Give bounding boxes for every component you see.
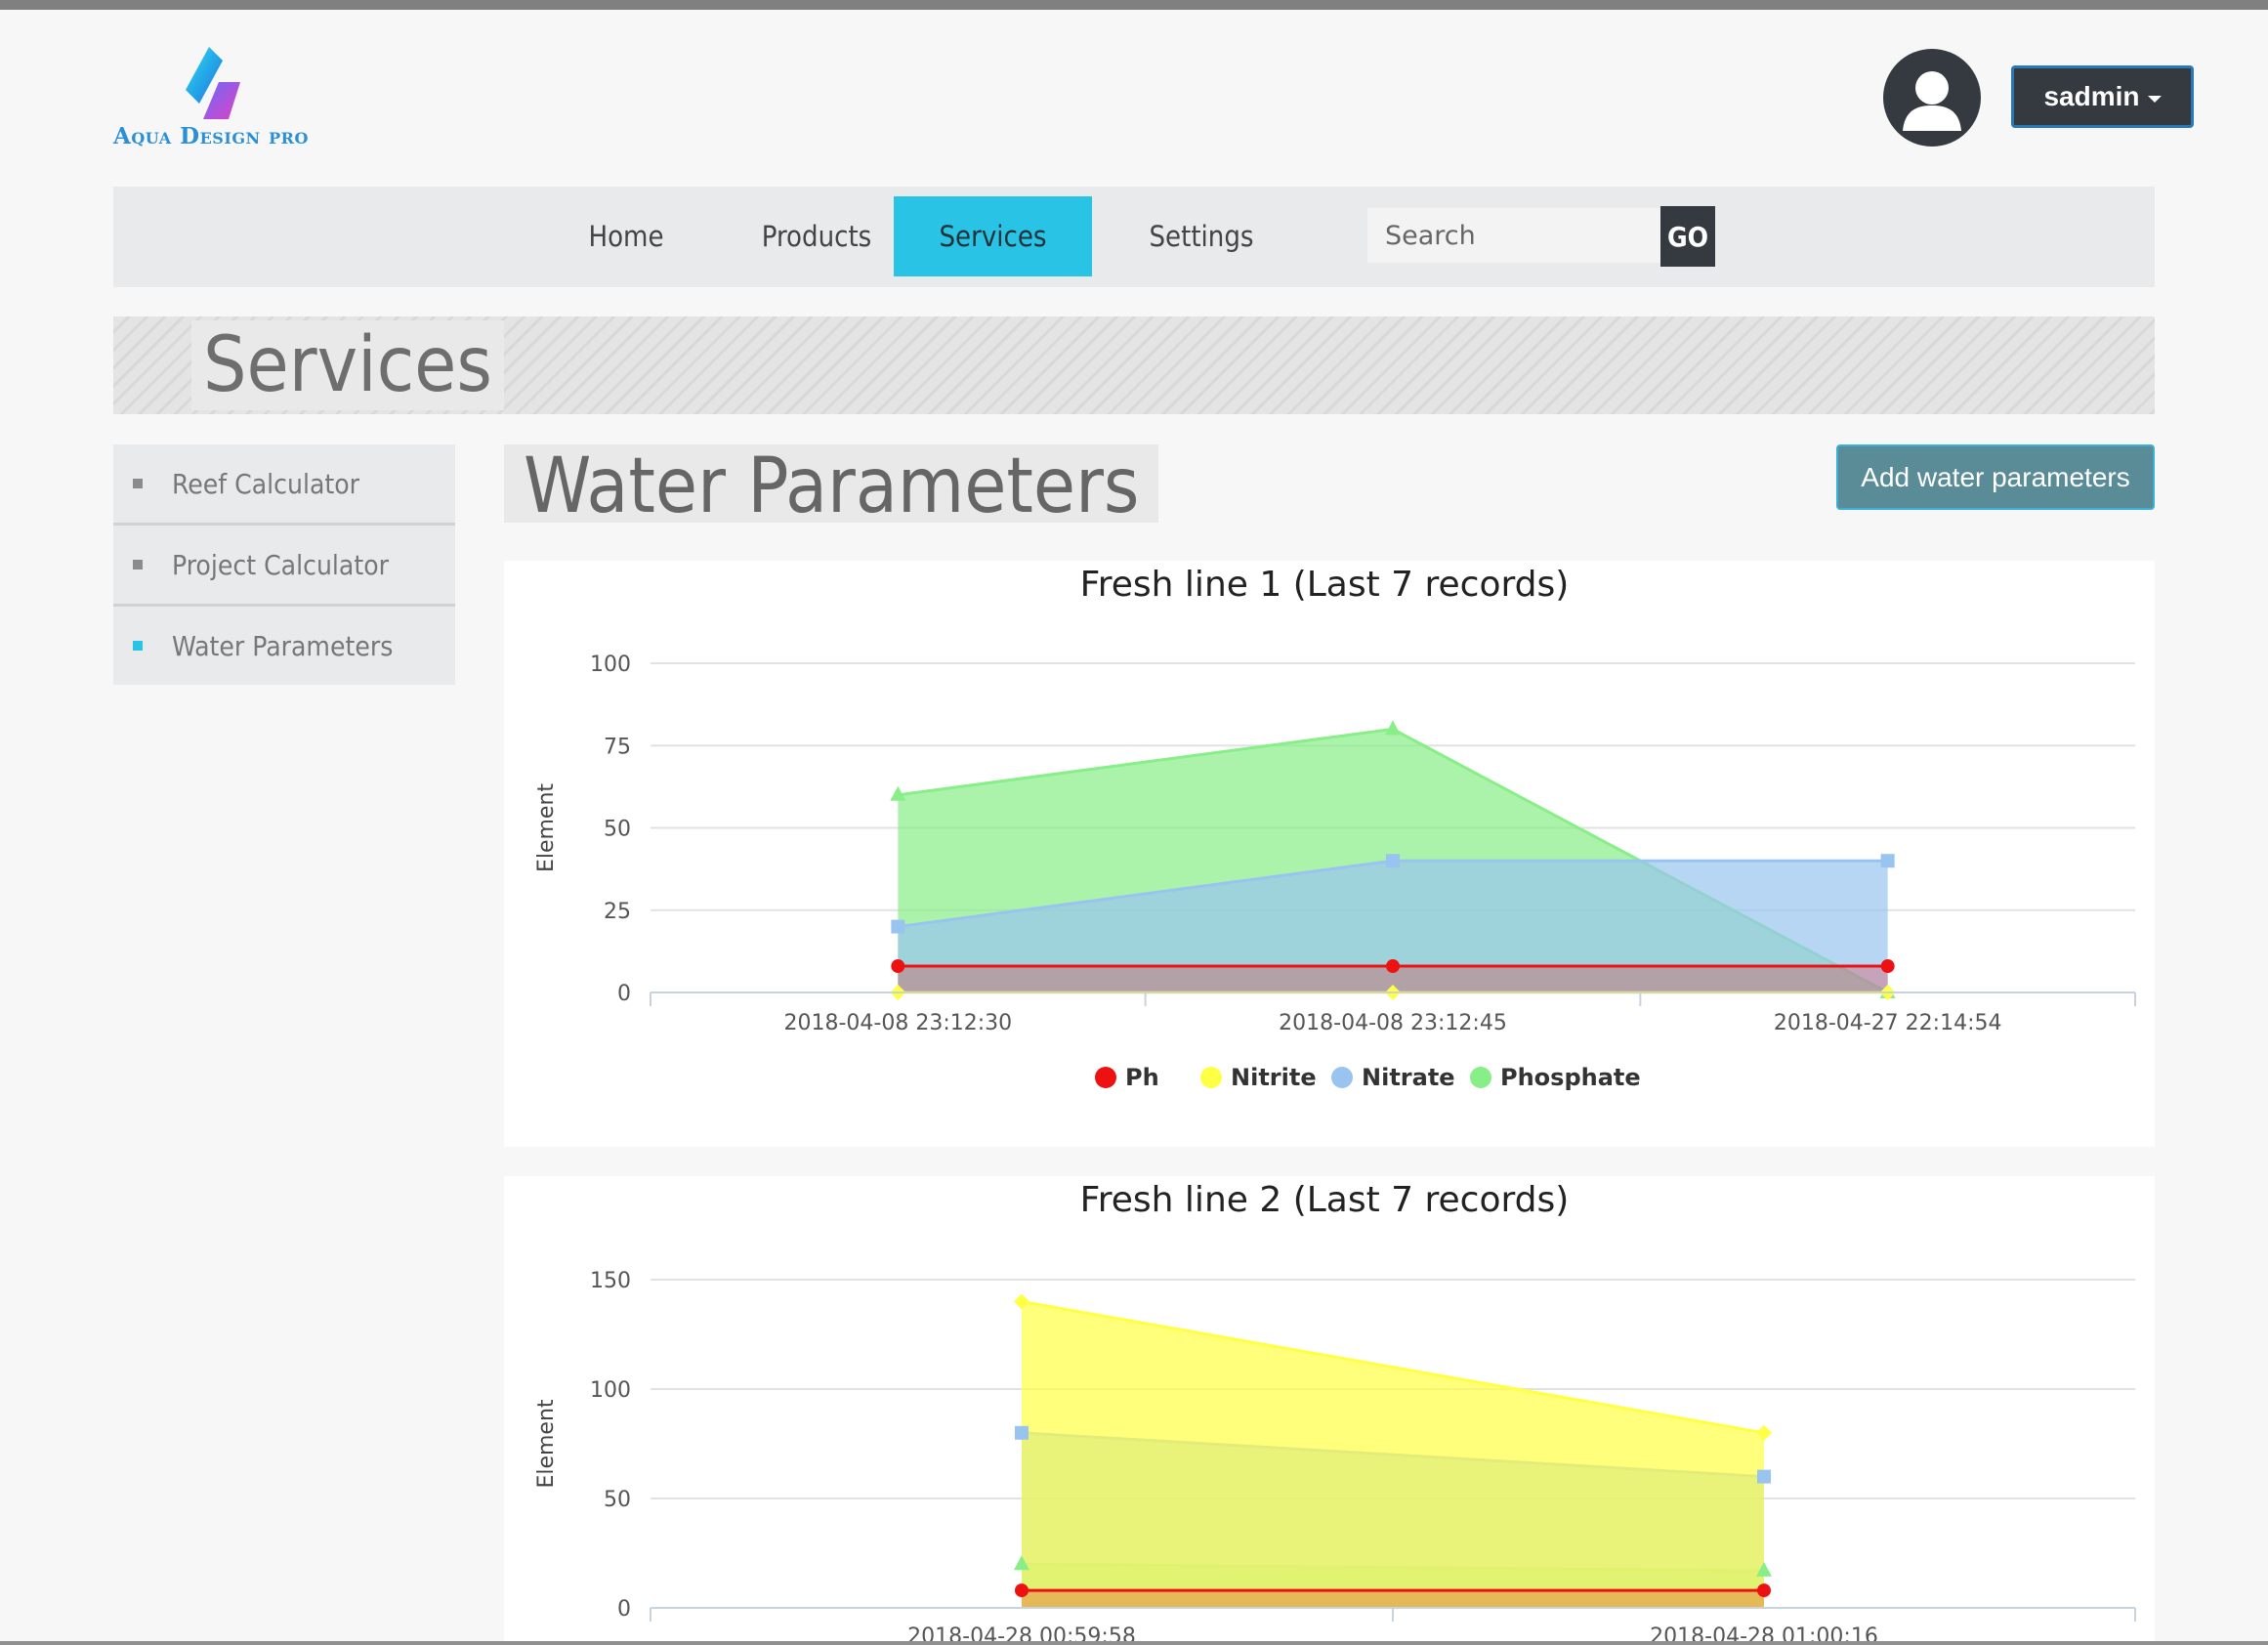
sidebar: Reef Calculator Project Calculator Water… xyxy=(113,444,455,685)
point-nitrate[interactable] xyxy=(1880,854,1895,868)
logo-mark-icon xyxy=(186,47,240,119)
x-tick-label: 2018-04-08 23:12:45 xyxy=(1279,1011,1507,1035)
search-go-button[interactable]: GO xyxy=(1660,206,1715,267)
point-phosphate[interactable] xyxy=(1385,720,1401,736)
y-tick-label: 25 xyxy=(604,900,631,924)
main-navbar: Home Products Services Settings GO xyxy=(113,187,2155,287)
chart-title: Fresh line 2 (Last 7 records) xyxy=(1080,1180,1570,1220)
point-ph[interactable] xyxy=(1386,959,1400,974)
sidebar-item-reef-calculator[interactable]: Reef Calculator xyxy=(113,444,455,526)
sidebar-item-label: Reef Calculator xyxy=(172,467,360,500)
chart-fresh-line-1: Fresh line 1 (Last 7 records) 0 25 50 75 100 E… xyxy=(534,565,2136,1091)
bullet-icon xyxy=(133,560,143,569)
area-ph xyxy=(1022,1590,1764,1608)
y-axis-title: Element xyxy=(534,1399,559,1488)
x-tick-label: 2018-04-28 00:59:58 xyxy=(907,1624,1136,1641)
legend-marker-nitrate[interactable] xyxy=(1331,1067,1353,1088)
y-tick-label: 50 xyxy=(604,818,631,842)
point-ph[interactable] xyxy=(1880,959,1895,974)
legend-marker-ph[interactable] xyxy=(1095,1067,1116,1088)
bullet-icon xyxy=(133,479,143,488)
page-title: Services xyxy=(191,320,504,410)
y-tick-label: 100 xyxy=(590,653,631,677)
brand-wordmark: Aqua Design pro xyxy=(113,123,309,149)
x-tick-label: 2018-04-27 22:14:54 xyxy=(1774,1011,2002,1035)
page-banner: Services xyxy=(113,316,2155,414)
user-name-label: sadmin xyxy=(2043,81,2140,111)
nav-products[interactable]: Products xyxy=(733,196,901,276)
search-input[interactable] xyxy=(1367,208,1660,263)
legend-label-nitrate[interactable]: Nitrate xyxy=(1362,1064,1455,1091)
chart-card-1: Fresh line 1 (Last 7 records) 0 25 50 75 100 E… xyxy=(504,561,2155,1147)
legend-marker-phosphate[interactable] xyxy=(1470,1067,1491,1088)
window-bottom-border xyxy=(0,1641,2268,1645)
chart-title: Fresh line 1 (Last 7 records) xyxy=(1080,565,1570,605)
area-nitrite xyxy=(1022,1301,1764,1608)
caret-down-icon xyxy=(2147,95,2162,103)
user-avatar[interactable] xyxy=(1883,49,1981,147)
chart-card-2: Fresh line 2 (Last 7 records) 0 50 100 150 El… xyxy=(504,1176,2155,1641)
nav-home[interactable]: Home xyxy=(553,196,699,276)
legend-label-ph[interactable]: Ph xyxy=(1125,1064,1159,1091)
user-menu-button[interactable]: sadmin xyxy=(2011,65,2194,128)
add-water-parameters-button[interactable]: Add water parameters xyxy=(1836,444,2155,510)
point-nitrate[interactable] xyxy=(1757,1469,1771,1484)
y-tick-label: 75 xyxy=(604,735,631,759)
bullet-icon xyxy=(133,641,143,651)
point-ph[interactable] xyxy=(1757,1583,1771,1598)
brand-logo[interactable]: Aqua Design pro xyxy=(113,45,318,152)
y-tick-label: 50 xyxy=(604,1488,631,1512)
point-nitrate[interactable] xyxy=(1015,1425,1029,1440)
nav-settings[interactable]: Settings xyxy=(1125,196,1278,276)
sidebar-item-label: Project Calculator xyxy=(172,548,389,581)
section-title: Water Parameters xyxy=(504,444,1159,528)
legend-label-nitrite[interactable]: Nitrite xyxy=(1231,1064,1317,1091)
legend-marker-nitrite[interactable] xyxy=(1200,1067,1222,1088)
nav-services[interactable]: Services xyxy=(894,196,1092,276)
y-tick-label: 0 xyxy=(617,1597,631,1622)
sidebar-item-water-parameters[interactable]: Water Parameters xyxy=(113,607,455,685)
point-ph[interactable] xyxy=(891,959,905,974)
user-avatar-icon xyxy=(1903,71,1961,131)
x-tick-label: 2018-04-28 01:00:16 xyxy=(1650,1624,1878,1641)
sidebar-item-project-calculator[interactable]: Project Calculator xyxy=(113,526,455,607)
y-tick-label: 0 xyxy=(617,982,631,1006)
sidebar-item-label: Water Parameters xyxy=(172,629,394,662)
chart-fresh-line-2: Fresh line 2 (Last 7 records) 0 50 100 150 El… xyxy=(534,1180,2136,1641)
y-axis-title: Element xyxy=(534,783,559,872)
window-top-border xyxy=(0,0,2268,10)
y-tick-label: 100 xyxy=(590,1378,631,1403)
point-ph[interactable] xyxy=(1015,1583,1029,1598)
y-tick-label: 150 xyxy=(590,1269,631,1293)
point-nitrate[interactable] xyxy=(1386,854,1400,868)
legend-label-phosphate[interactable]: Phosphate xyxy=(1500,1064,1641,1091)
point-nitrate[interactable] xyxy=(891,919,905,934)
x-tick-label: 2018-04-08 23:12:30 xyxy=(784,1011,1013,1035)
